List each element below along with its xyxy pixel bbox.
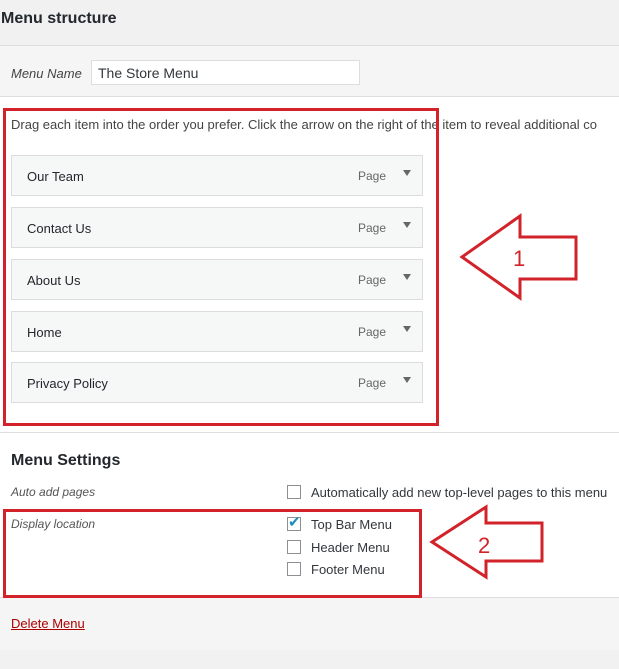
auto-add-label: Auto add pages bbox=[11, 485, 96, 499]
highlight-box-menu-items bbox=[3, 108, 439, 426]
menu-name-input[interactable] bbox=[91, 60, 360, 85]
auto-add-option-label[interactable]: Automatically add new top-level pages to… bbox=[311, 485, 607, 500]
delete-bar bbox=[0, 597, 619, 650]
highlight-box-display-location bbox=[3, 509, 422, 598]
auto-add-checkbox[interactable] bbox=[287, 485, 301, 499]
callout-number-2: 2 bbox=[478, 533, 491, 558]
delete-menu-link[interactable]: Delete Menu bbox=[11, 616, 85, 631]
divider bbox=[0, 432, 619, 433]
callout-number-1: 1 bbox=[513, 246, 526, 271]
menu-settings-title: Menu Settings bbox=[11, 452, 121, 469]
page-title: Menu structure bbox=[1, 10, 117, 27]
menu-name-label: Menu Name bbox=[11, 66, 82, 81]
